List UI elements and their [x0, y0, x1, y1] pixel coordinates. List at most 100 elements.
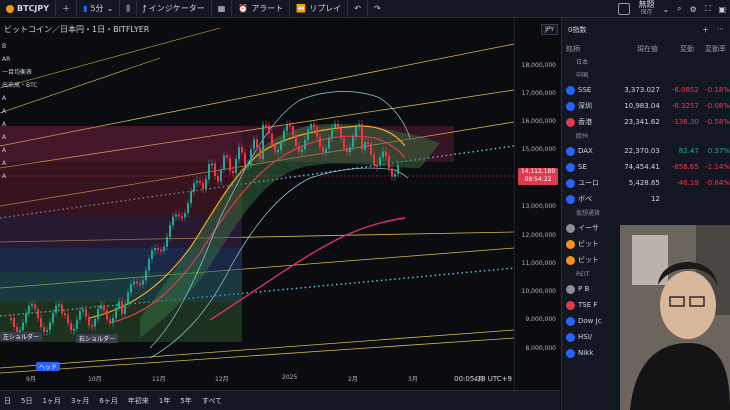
candle-body: [184, 213, 186, 218]
price-tick: 13,000,000: [521, 203, 556, 210]
undo-button[interactable]: ↶: [348, 0, 368, 18]
time-tick: 9月: [26, 376, 36, 383]
candle-body: [373, 154, 375, 165]
layout-name: 無題: [638, 0, 655, 9]
search-icon[interactable]: ⌕: [677, 4, 681, 14]
chart-pane[interactable]: ビットコイン／日本円・1日・BITFLYER B AR 一目均衡表 出来高・BTC A A…: [0, 18, 560, 390]
range-button[interactable]: 1年: [159, 396, 170, 406]
range-button[interactable]: 5年: [180, 396, 191, 406]
range-button[interactable]: 年初来: [128, 396, 149, 406]
redo-button[interactable]: ↷: [368, 0, 387, 18]
watchlist-row[interactable]: SE 74,454.41 -856.65 -1.14%: [562, 159, 730, 175]
candle-body: [217, 176, 219, 182]
more-icon[interactable]: ⋯: [717, 25, 724, 35]
top-toolbar: BTCJPY ＋ ▮ 5分 ⌄ ⫼ ƒ インジケーター ▦ ⏰ アラート ⏪ リ…: [0, 0, 730, 18]
replay-label: リプレイ: [309, 4, 342, 13]
symbol-search[interactable]: BTCJPY: [0, 0, 57, 18]
range-button[interactable]: 1ヶ月: [42, 396, 60, 406]
chevron-down-icon[interactable]: ⌄: [662, 5, 669, 14]
candle-body: [193, 183, 195, 192]
indicator-legend-item[interactable]: A: [0, 92, 40, 105]
candle-body: [88, 316, 90, 326]
candle-body: [208, 164, 210, 180]
candle-body: [289, 124, 291, 127]
symbol-name: TSE F: [578, 301, 598, 309]
symbol-logo-icon: [566, 239, 575, 249]
currency-label[interactable]: JPY: [541, 24, 558, 35]
candle-body: [106, 310, 108, 320]
templates-button[interactable]: ▦: [212, 0, 233, 18]
watchlist-row[interactable]: DAX 22,370.03 82.47 0.37%: [562, 143, 730, 159]
symbol-name: Nikk: [578, 349, 594, 357]
column-change[interactable]: 変動: [658, 44, 694, 54]
candle-body: [355, 127, 357, 137]
plus-icon[interactable]: ＋: [702, 25, 709, 35]
candle-body: [274, 144, 276, 152]
interval-selector[interactable]: ▮ 5分 ⌄: [77, 0, 121, 18]
watchlist-row[interactable]: 香港 23,341.62 -136.30 -0.58%: [562, 114, 730, 130]
symbol-name: 深圳: [578, 102, 592, 110]
candle-body: [301, 149, 303, 152]
indicators-button[interactable]: ƒ インジケーター: [137, 0, 212, 18]
watchlist-section-header[interactable]: 欧州: [562, 130, 730, 143]
indicator-legend-item[interactable]: 一目均衡表: [0, 66, 40, 79]
current-price-badge: 14,112,189 08:54:22: [518, 168, 558, 185]
indicator-legend-item[interactable]: AR: [0, 53, 40, 66]
replay-button[interactable]: ⏪ リプレイ: [290, 0, 349, 18]
range-button[interactable]: 6ヶ月: [99, 396, 117, 406]
price-tick: 12,000,000: [521, 232, 556, 239]
indicator-legend-item[interactable]: B: [0, 40, 40, 53]
candle-body: [397, 165, 399, 174]
watchlist-section-header[interactable]: 仮想通貨: [562, 207, 730, 220]
watchlist-section-header[interactable]: 中国: [562, 69, 730, 82]
candle-body: [319, 136, 321, 148]
indicator-legend-item[interactable]: A: [0, 105, 40, 118]
add-symbol-button[interactable]: ＋: [56, 0, 78, 18]
range-button[interactable]: 日: [4, 396, 11, 406]
indicator-legend-item[interactable]: 出来高・BTC: [0, 79, 40, 92]
range-button[interactable]: 3ヶ月: [71, 396, 89, 406]
candle-body: [292, 126, 294, 136]
column-change-pct[interactable]: 変動率: [694, 44, 726, 54]
watchlist-row[interactable]: SSE 3,373.027 -6.0852 -0.18%: [562, 82, 730, 98]
column-symbol[interactable]: 銘柄: [566, 44, 616, 54]
gear-icon[interactable]: ⚙: [690, 5, 697, 14]
indicator-legend-item[interactable]: A: [0, 131, 40, 144]
candle-body: [163, 246, 165, 251]
candle-body: [40, 318, 42, 328]
layout-save-status: 保存: [640, 9, 653, 16]
time-axis[interactable]: 00:05:38 UTC+9 9月 10月 11月 12月 2025 2月 3月 4月: [0, 370, 514, 388]
column-last[interactable]: 現在値: [616, 44, 658, 54]
fullscreen-icon[interactable]: ⛶: [705, 4, 711, 14]
watchlist-title[interactable]: 0指数: [568, 25, 586, 35]
candle-body: [256, 139, 258, 148]
alert-button[interactable]: ⏰ アラート: [232, 0, 291, 18]
indicator-legend-item[interactable]: A: [0, 157, 40, 170]
watchlist-row[interactable]: 深圳 10,983.04 -8.3257 -0.08%: [562, 98, 730, 114]
watchlist-row[interactable]: ボベ 12: [562, 191, 730, 207]
watchlist-section-header[interactable]: 日本: [562, 56, 730, 69]
watchlist-row[interactable]: ユーロ 5,428.65 -46.19 -0.84%: [562, 175, 730, 191]
toolbar-right: 無題 保存 ⌄ ⌕ ⚙ ⛶ ▣: [618, 0, 730, 18]
range-button[interactable]: すべて: [202, 396, 222, 406]
layout-name-button[interactable]: 無題 保存: [638, 1, 654, 17]
range-button[interactable]: 5日: [21, 396, 32, 406]
candle-body: [109, 319, 111, 324]
btc-logo-icon: [6, 4, 14, 13]
candle-body: [226, 155, 228, 158]
indicator-legend-item[interactable]: A: [0, 170, 40, 183]
candle-body: [250, 149, 252, 165]
candle-body: [49, 322, 51, 330]
price-axis[interactable]: JPY 18,000,000 17,000,000 16,000,000 15,000…: [514, 18, 560, 390]
candle-body: [166, 236, 168, 247]
camera-icon[interactable]: ▣: [718, 5, 726, 14]
candle-body: [286, 124, 288, 131]
candle-body: [259, 147, 261, 160]
chart-type-button[interactable]: ⫼: [120, 0, 137, 18]
indicator-legend-item[interactable]: A: [0, 144, 40, 157]
layout-grid-icon[interactable]: [618, 3, 631, 15]
pattern-label: 左ショルダー: [0, 332, 43, 341]
candle-body: [127, 292, 129, 305]
indicator-legend-item[interactable]: A: [0, 118, 40, 131]
symbol-logo-icon: [566, 348, 575, 358]
